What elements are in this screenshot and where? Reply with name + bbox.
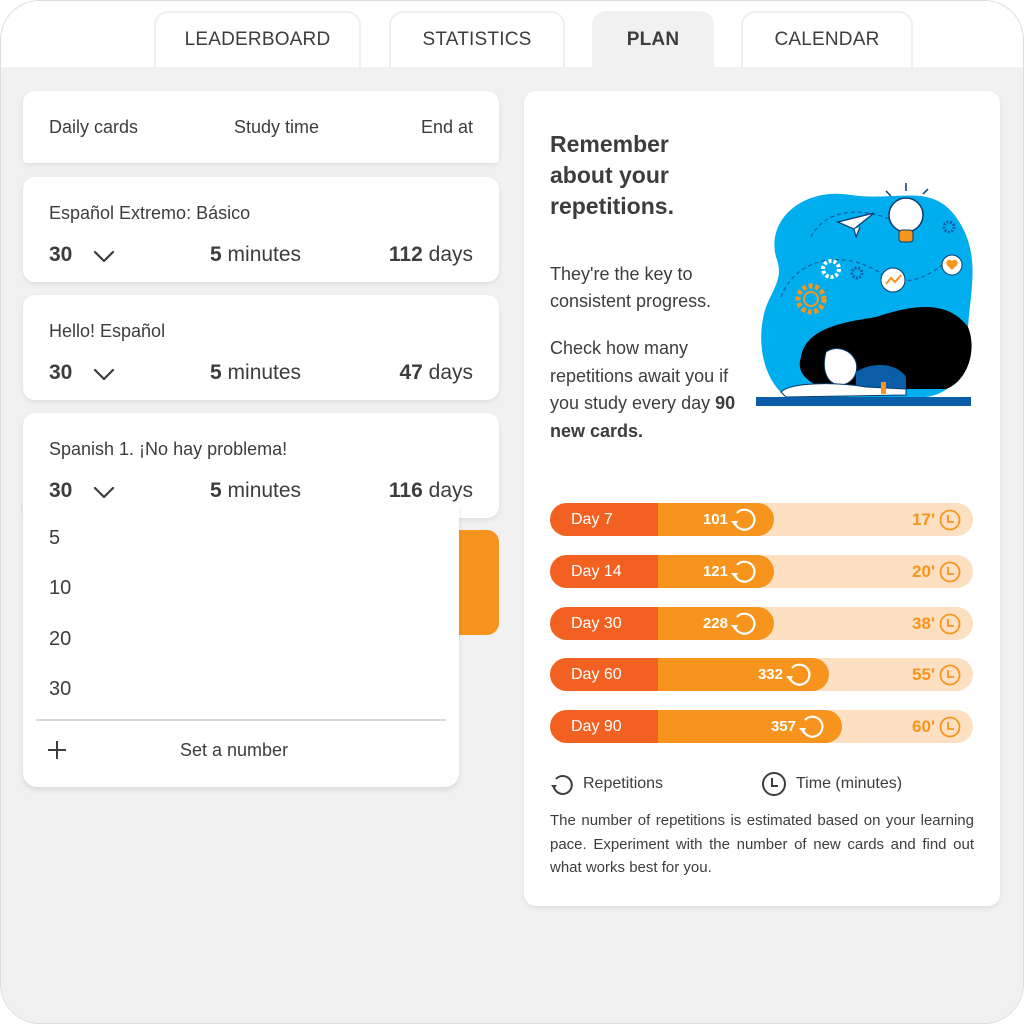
tab-calendar[interactable]: CALENDAR xyxy=(741,11,913,67)
info-paragraph: They're the key to consistent progress. xyxy=(550,264,712,311)
daily-cards-value[interactable]: 30 xyxy=(49,361,72,385)
repetitions-icon xyxy=(731,508,756,531)
dropdown-divider xyxy=(36,719,446,721)
time-minutes: 17' xyxy=(912,510,935,529)
repetitions-count: 228 xyxy=(702,615,728,632)
set-number-button[interactable]: Set a number xyxy=(180,740,288,761)
time-minutes: 60' xyxy=(912,717,935,736)
tab-bar: LEADERBOARD STATISTICS PLAN CALENDAR xyxy=(1,1,1023,67)
chevron-down-icon[interactable] xyxy=(93,481,115,503)
repetitions-icon xyxy=(799,715,824,738)
daily-cards-dropdown: 5 10 20 30 Set a number xyxy=(23,503,459,787)
legend-time: Time (minutes) xyxy=(761,771,902,797)
clock-icon xyxy=(939,561,961,583)
repetitions-icon xyxy=(786,663,811,686)
dropdown-option[interactable]: 30 xyxy=(49,678,71,701)
header-end-at: End at xyxy=(420,117,473,137)
day-label: Day 60 xyxy=(550,658,658,691)
time-minutes: 55' xyxy=(912,665,935,684)
plus-icon[interactable] xyxy=(48,741,66,759)
repetitions-info-card: Remember about your repetitions. They're… xyxy=(524,91,1000,906)
day-row-bar: Day 90 357 60' xyxy=(550,710,973,743)
clock-icon xyxy=(939,613,961,635)
person-sleeping-illustration xyxy=(756,183,973,406)
course-title: Spanish 1. ¡No hay problema! xyxy=(49,439,288,459)
course-stats: 30 5 minutes 112 days xyxy=(49,243,473,271)
repetitions-count: 121 xyxy=(702,563,728,580)
dropdown-option[interactable]: 20 xyxy=(49,628,71,651)
repetitions-icon xyxy=(551,774,573,795)
estimate-note: The number of repetitions is estimated b… xyxy=(550,812,974,876)
study-time-value: 5 minutes xyxy=(210,243,302,266)
day-label: Day 7 xyxy=(550,503,658,536)
repetitions-count: 332 xyxy=(757,666,783,683)
course-title: Hello! Español xyxy=(49,321,166,341)
repetitions-icon xyxy=(731,612,756,635)
tab-statistics[interactable]: STATISTICS xyxy=(389,11,565,67)
header-study-time: Study time xyxy=(234,117,320,137)
plan-table-header: Daily cards Study time End at xyxy=(23,91,499,163)
dropdown-option[interactable]: 10 xyxy=(49,577,71,600)
study-time-value: 5 minutes xyxy=(210,479,302,502)
day-row-bar: Day 30 228 38' xyxy=(550,607,973,640)
chevron-down-icon[interactable] xyxy=(93,363,115,385)
course-stats: 30 5 minutes 47 days xyxy=(49,361,473,389)
repetitions-count: 101 xyxy=(702,511,728,528)
clock-icon xyxy=(762,772,786,796)
clock-icon xyxy=(939,664,961,686)
clock-icon xyxy=(939,509,961,531)
day-row-bar: Day 7 101 17' xyxy=(550,503,973,536)
plan-content: Daily cards Study time End at Español Ex… xyxy=(1,67,1023,1023)
app-frame: LEADERBOARD STATISTICS PLAN CALENDAR Dai… xyxy=(0,0,1024,1024)
info-title: Remember about your repetitions. xyxy=(550,131,674,219)
course-title: Español Extremo: Básico xyxy=(49,203,251,223)
end-at-value: 112 days xyxy=(388,243,473,266)
dropdown-option[interactable]: 5 xyxy=(49,527,60,550)
repetitions-count: 357 xyxy=(770,718,796,735)
day-label: Day 90 xyxy=(550,710,658,743)
tab-leaderboard[interactable]: LEADERBOARD xyxy=(154,11,361,67)
time-minutes: 20' xyxy=(912,562,935,581)
info-paragraph: Check how many repetitions await you if … xyxy=(550,338,736,441)
daily-cards-value[interactable]: 30 xyxy=(49,479,72,503)
day-label: Day 30 xyxy=(550,607,658,640)
time-minutes: 38' xyxy=(912,614,935,633)
course-card: Hello! Español 30 5 minutes 47 days xyxy=(23,295,499,400)
tab-plan[interactable]: PLAN xyxy=(592,11,714,67)
day-row-bar: Day 60 332 55' xyxy=(550,658,973,691)
day-row-bar: Day 14 121 20' xyxy=(550,555,973,588)
end-at-value: 47 days xyxy=(399,361,473,384)
header-daily-cards: Daily cards xyxy=(49,117,139,137)
day-label: Day 14 xyxy=(550,555,658,588)
legend-repetitions: Repetitions xyxy=(550,771,663,797)
chevron-down-icon[interactable] xyxy=(93,245,115,267)
clock-icon xyxy=(939,716,961,738)
course-card: Español Extremo: Básico 30 5 minutes 112… xyxy=(23,177,499,282)
repetitions-icon xyxy=(731,560,756,583)
study-time-value: 5 minutes xyxy=(210,361,302,384)
daily-cards-value[interactable]: 30 xyxy=(49,243,72,267)
end-at-value: 116 days xyxy=(388,479,473,502)
